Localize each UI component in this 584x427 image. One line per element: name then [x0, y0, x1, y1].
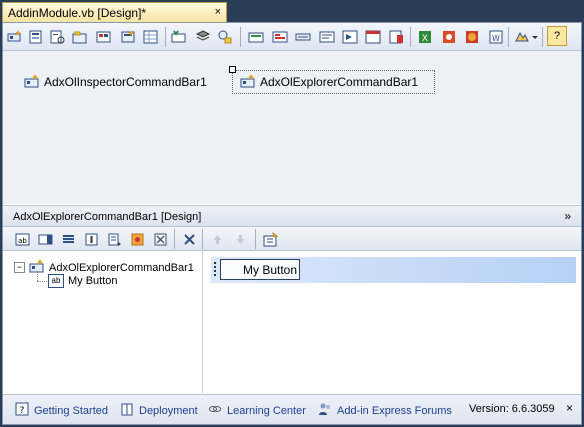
explorer-commandbar-component[interactable]: AdxOlExplorerCommandBar1	[232, 70, 436, 94]
ribbon-menu-icon[interactable]	[318, 28, 336, 46]
users-icon	[318, 402, 332, 419]
new-form-region-icon[interactable]	[142, 28, 160, 46]
add-admin-icon[interactable]	[152, 231, 168, 247]
selection-handle[interactable]	[229, 66, 236, 73]
close-tab-button[interactable]: ×	[215, 6, 221, 18]
help-button[interactable]: ?	[547, 26, 567, 46]
ribbon-group-icon[interactable]	[271, 28, 289, 46]
tree-collapse-toggle[interactable]: −	[14, 262, 25, 273]
app-events-icon[interactable]	[216, 28, 234, 46]
properties-icon[interactable]	[262, 231, 278, 247]
ribbon-gallery-icon[interactable]	[341, 28, 359, 46]
move-down-icon[interactable]	[232, 231, 248, 247]
document-tab[interactable]: AddinModule.vb [Design]* ×	[2, 2, 227, 22]
learning-center-link[interactable]: Learning Center	[208, 402, 306, 419]
link-icon	[208, 402, 222, 419]
ribbon-button-icon[interactable]	[294, 28, 312, 46]
add-edit-icon[interactable]	[60, 231, 76, 247]
component-label: AdxOlInspectorCommandBar1	[44, 75, 207, 89]
link-label: Add-in Express Forums	[337, 404, 452, 417]
tree-connector	[37, 281, 47, 283]
version-label: Version: 6.6.3059	[469, 403, 555, 415]
lower-designer-header: AdxOlExplorerCommandBar1 [Design] »	[3, 205, 581, 227]
keyboard-shortcut-icon[interactable]	[170, 28, 188, 46]
forums-link[interactable]: Add-in Express Forums	[318, 402, 452, 419]
top-toolbar: X W ?	[3, 23, 581, 51]
new-commandbar-icon[interactable]	[6, 28, 24, 46]
outlook-icon[interactable]	[440, 28, 458, 46]
getting-started-link[interactable]: ? Getting Started	[15, 402, 108, 419]
book-icon	[120, 402, 134, 419]
ribbon-tab-icon[interactable]	[247, 28, 265, 46]
svg-text:ab: ab	[18, 237, 27, 245]
excel-icon[interactable]: X	[416, 28, 434, 46]
link-label: Deployment	[139, 404, 198, 417]
new-ribbon-qat-icon[interactable]	[95, 28, 113, 46]
visio-icon[interactable]	[513, 28, 531, 46]
new-office-menu-icon[interactable]	[119, 28, 137, 46]
add-control-icon[interactable]	[129, 231, 145, 247]
tree-child-node[interactable]: ab My Button	[48, 274, 118, 288]
deployment-link[interactable]: Deployment	[120, 402, 198, 419]
close-icon[interactable]: ×	[566, 401, 573, 415]
svg-text:?: ?	[20, 406, 25, 416]
commandbar-component-icon	[240, 73, 256, 92]
powerpoint-icon[interactable]	[463, 28, 481, 46]
preview-button-label: My Button	[243, 263, 298, 277]
lower-toolbar: ab	[3, 227, 581, 251]
new-explorer-commandbar-icon[interactable]	[27, 28, 45, 46]
lower-designer-title: AdxOlExplorerCommandBar1 [Design]	[13, 211, 202, 223]
tree-root-label: AdxOlExplorerCommandBar1	[49, 261, 194, 274]
svg-text:X: X	[422, 34, 428, 44]
tree-child-label: My Button	[68, 275, 118, 287]
inspector-commandbar-component[interactable]: AdxOlInspectorCommandBar1	[24, 70, 207, 94]
more-dropdown-icon[interactable]	[530, 28, 540, 46]
add-button-icon[interactable]: ab	[14, 231, 30, 247]
form-region-icon[interactable]	[387, 28, 405, 46]
tree-connector	[37, 271, 39, 281]
events-icon[interactable]	[194, 28, 212, 46]
add-combobox-icon[interactable]	[37, 231, 53, 247]
preview-my-button[interactable]: My Button	[220, 259, 300, 280]
help-icon: ?	[15, 402, 29, 419]
word-icon[interactable]: W	[487, 28, 505, 46]
task-pane-icon[interactable]	[364, 28, 382, 46]
commandbar-component-icon	[24, 73, 40, 92]
add-popup-icon[interactable]	[106, 231, 122, 247]
add-label-icon[interactable]	[83, 231, 99, 247]
new-ribbon-tab-icon[interactable]	[71, 28, 89, 46]
delete-icon[interactable]	[181, 231, 197, 247]
drag-grip-icon[interactable]	[214, 262, 217, 277]
link-label: Getting Started	[34, 404, 108, 417]
document-tab-title: AddinModule.vb [Design]*	[8, 6, 147, 20]
link-label: Learning Center	[227, 404, 306, 417]
status-bar: ? Getting Started Deployment Learning Ce…	[3, 394, 581, 424]
collapse-chevron-icon[interactable]: »	[564, 209, 571, 223]
new-inspector-commandbar-icon[interactable]	[48, 28, 66, 46]
move-up-icon[interactable]	[209, 231, 225, 247]
component-label: AdxOlExplorerCommandBar1	[260, 75, 419, 89]
svg-text:W: W	[492, 34, 500, 43]
button-node-icon: ab	[48, 274, 64, 288]
